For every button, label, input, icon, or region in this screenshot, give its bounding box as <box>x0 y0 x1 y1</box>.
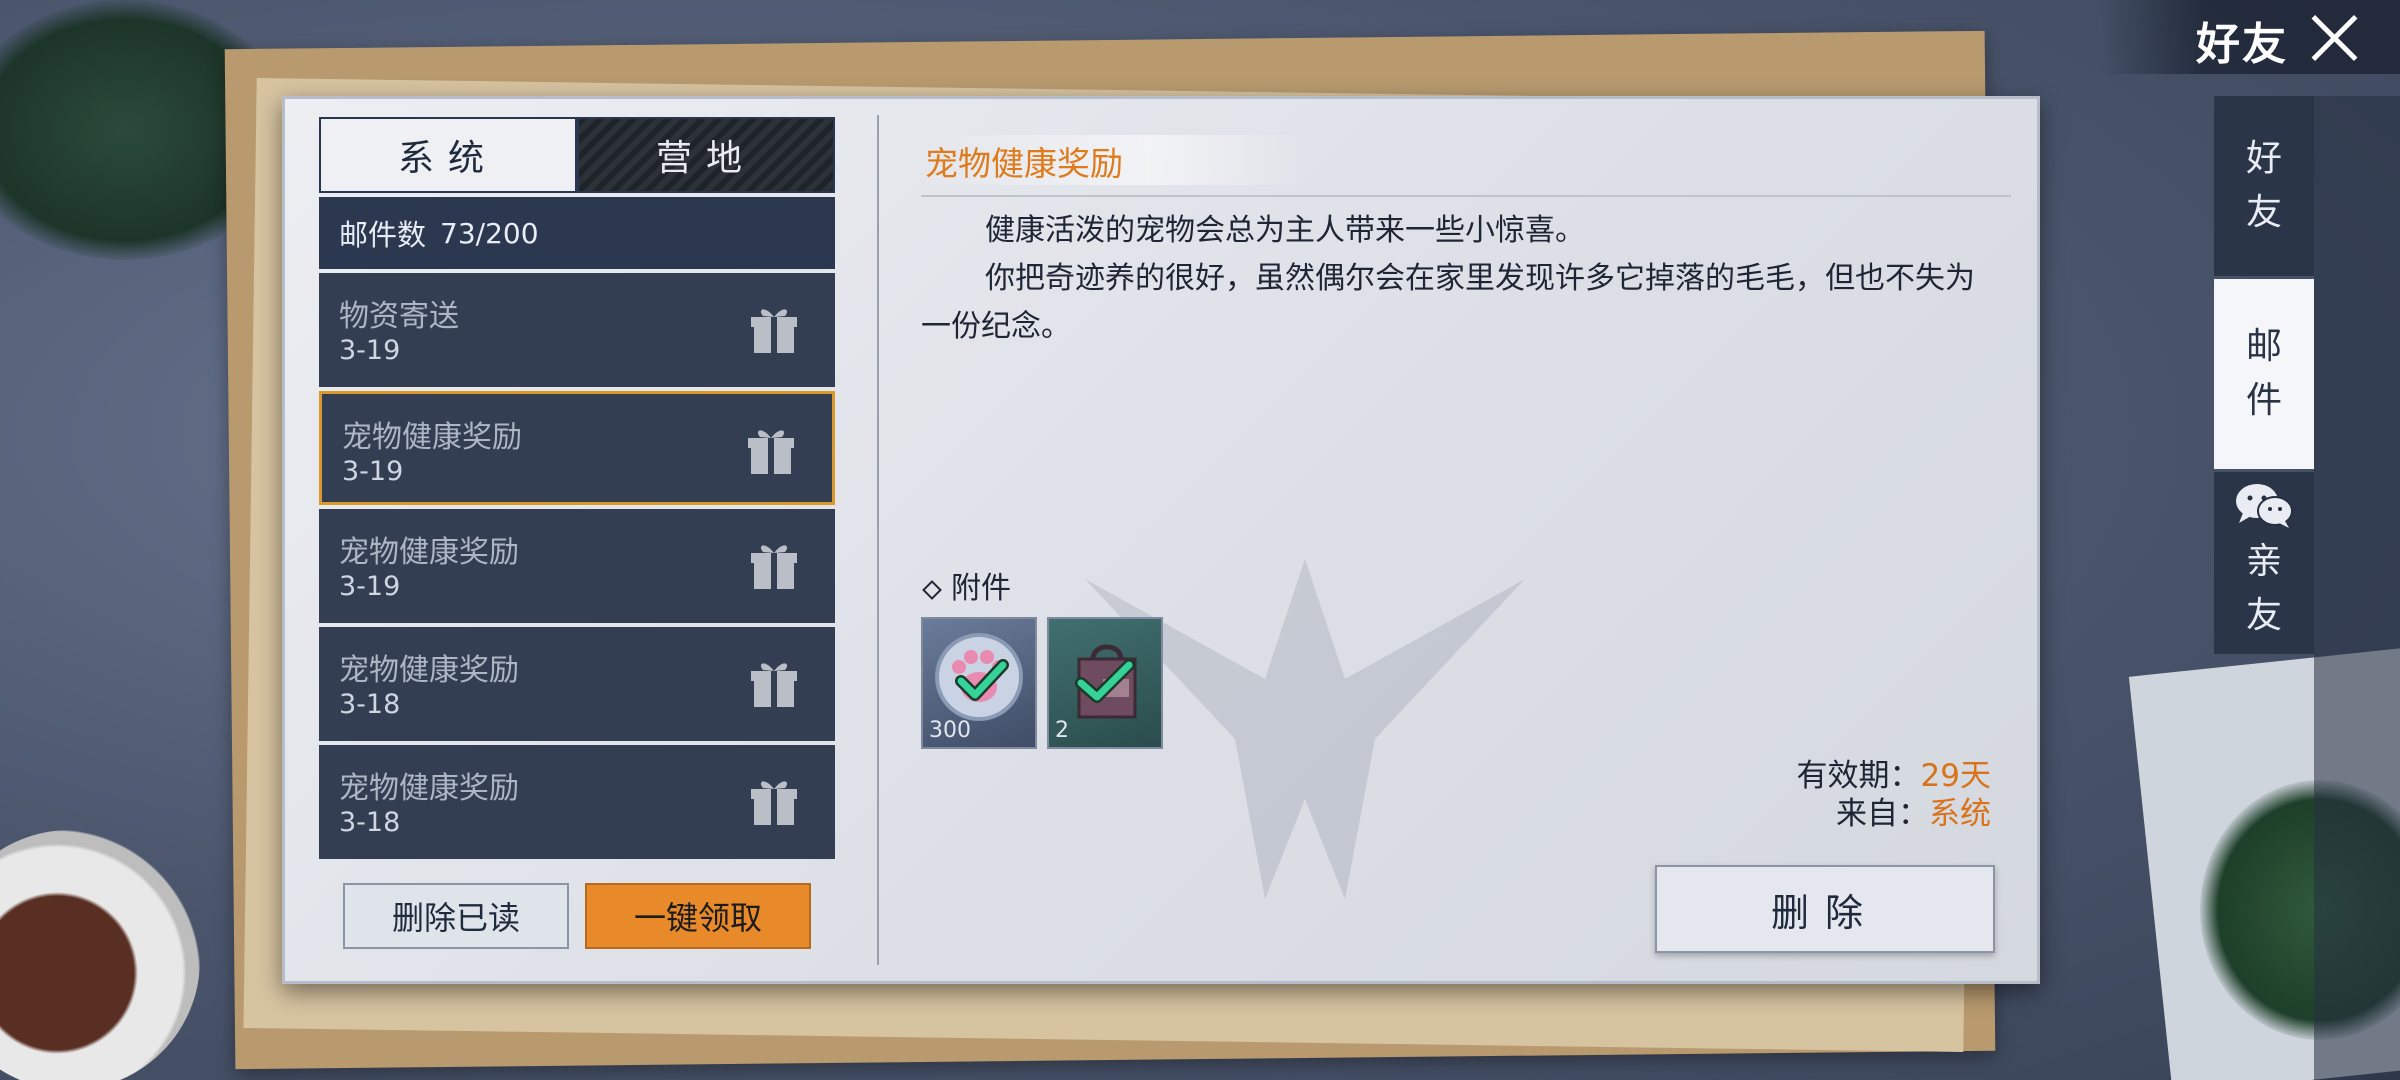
mail-title: 宠物健康奖励 <box>339 535 519 570</box>
attachments-label-text: 附件 <box>951 571 1011 606</box>
validity-label: 有效期： <box>1796 758 1921 794</box>
side-tab-label: 邮 <box>2245 326 2282 367</box>
paw-icon <box>935 633 1023 721</box>
side-tab-friends[interactable]: 好 友 <box>2214 96 2314 276</box>
side-tab-label: 友 <box>2245 192 2282 233</box>
mail-date: 3-19 <box>339 335 401 366</box>
mail-title: 宠物健康奖励 <box>342 420 522 455</box>
column-divider <box>877 115 879 965</box>
mail-date: 3-19 <box>342 456 404 487</box>
attachment-quantity: 2 <box>1055 718 1069 743</box>
tab-system[interactable]: 系统 <box>319 117 577 193</box>
mail-date: 3-18 <box>339 807 401 838</box>
attachments-label: 附件 <box>922 563 1011 607</box>
claim-all-button[interactable]: 一键领取 <box>585 883 811 949</box>
side-tab-label: 件 <box>2245 380 2282 421</box>
side-tab-mail[interactable]: 邮 件 <box>2214 279 2314 469</box>
from-label: 来自： <box>1836 796 1929 832</box>
mail-detail-body: 健康活泼的宠物会总为主人带来一些小惊喜。 你把奇迹养的很好，虽然偶尔会在家里发现… <box>921 207 2001 351</box>
gift-icon <box>748 430 794 474</box>
mail-list-item-selected[interactable]: 宠物健康奖励 3-19 <box>319 391 835 505</box>
mail-count-value: 73/200 <box>440 216 539 250</box>
mail-list-item[interactable]: 物资寄送 3-19 <box>319 273 835 387</box>
validity-value: 29天 <box>1920 758 1991 794</box>
top-bar: 好友 <box>2100 0 2400 74</box>
mail-date: 3-19 <box>339 571 401 602</box>
mail-list-item[interactable]: 宠物健康奖励 3-18 <box>319 745 835 859</box>
mail-list-item[interactable]: 宠物健康奖励 3-18 <box>319 627 835 741</box>
attachment-item[interactable]: 2 <box>1047 617 1163 749</box>
tab-camp[interactable]: 营地 <box>577 117 835 193</box>
bag-icon <box>1075 644 1137 719</box>
mail-date: 3-18 <box>339 689 401 720</box>
close-icon[interactable] <box>2308 12 2360 64</box>
attachment-quantity: 300 <box>929 718 971 743</box>
side-strip <box>2314 96 2400 1080</box>
side-tab-relatives[interactable]: 亲 友 <box>2214 472 2314 654</box>
mail-title: 宠物健康奖励 <box>339 653 519 688</box>
from-value: 系统 <box>1929 796 1991 832</box>
detail-divider <box>921 195 2011 197</box>
from-row: 来自：系统 <box>1797 795 1991 833</box>
mail-detail-title: 宠物健康奖励 <box>925 144 1123 183</box>
gift-icon <box>751 663 797 707</box>
mail-list: 物资寄送 3-19 宠物健康奖励 3-19 宠物健康奖励 3-19 宠物健康奖励… <box>319 273 835 863</box>
delete-read-button[interactable]: 删除已读 <box>343 883 569 949</box>
side-tabs: 好 友 邮 件 亲 友 <box>2214 96 2314 656</box>
mail-paragraph: 健康活泼的宠物会总为主人带来一些小惊喜。 <box>985 213 1585 248</box>
gift-icon <box>751 309 797 353</box>
page-title: 好友 <box>2196 19 2288 70</box>
mail-category-tabs: 系统 营地 <box>319 117 835 193</box>
side-tab-label: 亲 <box>2245 541 2282 582</box>
side-tab-label: 友 <box>2245 595 2282 636</box>
delete-button[interactable]: 删除 <box>1655 865 1995 953</box>
mail-count-bar: 邮件数 73/200 <box>319 197 835 269</box>
gift-icon <box>751 781 797 825</box>
side-tab-label: 好 <box>2245 138 2282 179</box>
mail-paragraph: 你把奇迹养的很好，虽然偶尔会在家里发现许多它掉落的毛毛，但也不失为一份纪念。 <box>921 261 1975 344</box>
gift-icon <box>751 545 797 589</box>
attachment-item[interactable]: 300 <box>921 617 1037 749</box>
validity-row: 有效期：29天 <box>1797 757 1991 795</box>
mail-list-item[interactable]: 宠物健康奖励 3-19 <box>319 509 835 623</box>
mail-meta: 有效期：29天 来自：系统 <box>1797 757 1991 833</box>
diamond-icon <box>922 579 942 600</box>
mail-title: 宠物健康奖励 <box>339 771 519 806</box>
wechat-icon <box>2236 484 2293 528</box>
mail-count-label: 邮件数 <box>339 218 427 252</box>
mail-title: 物资寄送 <box>339 299 459 334</box>
mail-panel: 系统 营地 邮件数 73/200 物资寄送 3-19 宠物健康奖励 3-19 宠… <box>282 96 2040 984</box>
